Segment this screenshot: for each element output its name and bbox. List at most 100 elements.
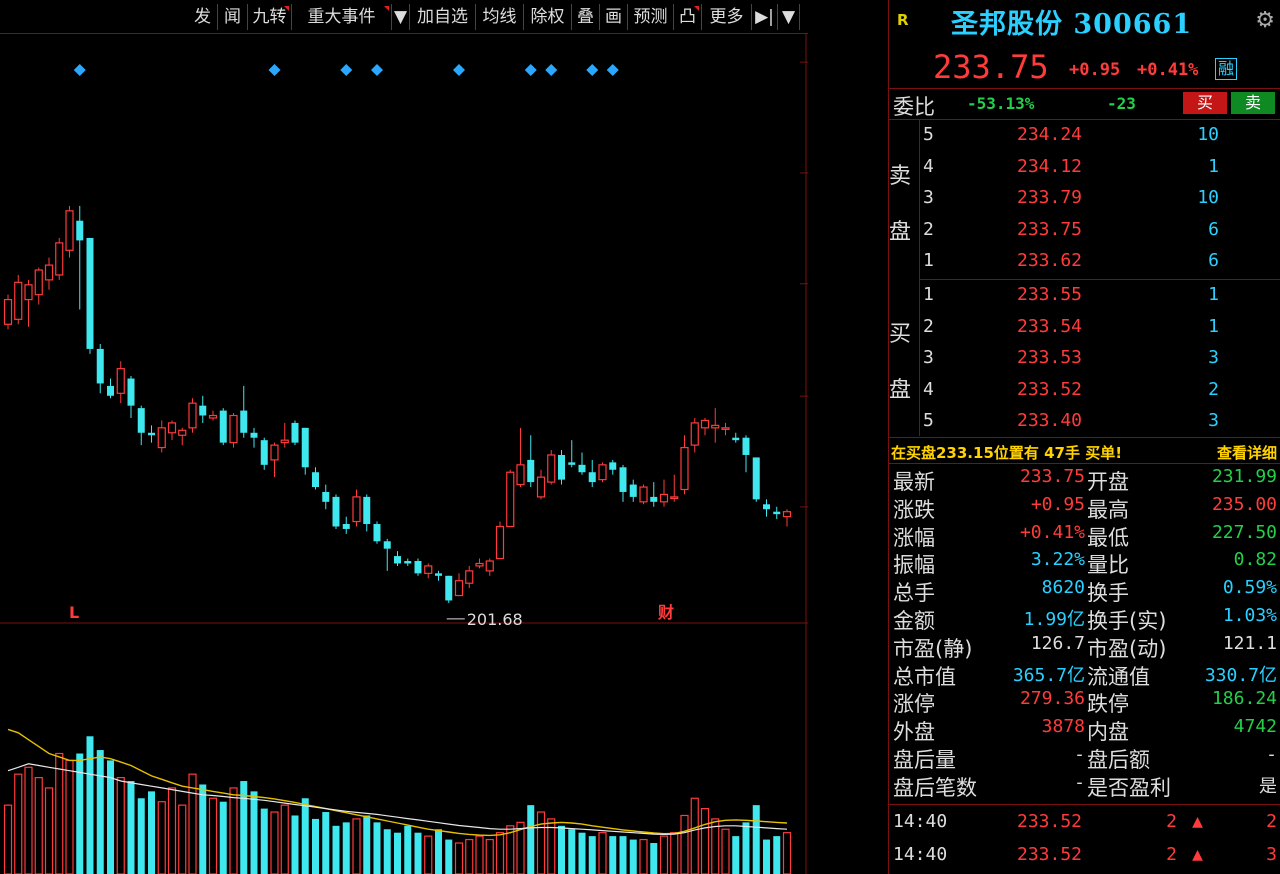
volume-bar-61	[629, 839, 637, 874]
ask-volume-0: 10	[1197, 124, 1219, 145]
volume-bar-52	[536, 811, 546, 874]
volume-bar-27	[280, 804, 289, 874]
candle-body-20	[208, 414, 218, 419]
buy-button[interactable]: 买	[1183, 92, 1227, 114]
stat-value-9-a: 3878	[1041, 716, 1085, 738]
tick-list: 14:40 233.52 2 ▲ 2 14:40 233.52 2 ▲ 3	[889, 804, 1280, 865]
stat-label-6-a: 市盈(静)	[893, 636, 973, 661]
toolbar-item-3[interactable]: 重大事件	[292, 4, 392, 30]
volume-bar-29	[301, 798, 309, 874]
chart-toolbar: 发闻九转 重大事件 ▼ 加自选 均线 除权叠画预测凸更多 ▶| ▼	[0, 0, 808, 34]
stat-value-1-a: +0.95	[1030, 493, 1085, 515]
candle-body-57	[588, 472, 596, 483]
candle-body-58	[598, 464, 607, 481]
stat-label-4-a: 总手	[893, 581, 935, 606]
volume-bar-24	[250, 791, 258, 874]
toolbar-item-11[interactable]: 凸	[674, 4, 702, 30]
volume-bar-17	[178, 804, 187, 874]
stat-label-1-a: 涨跌	[893, 497, 935, 522]
toolbar-item-2[interactable]: 九转	[248, 4, 292, 30]
candle-body-9	[96, 348, 104, 384]
bid-volume-4: 3	[1208, 410, 1219, 431]
stat-value-3-b: 0.82	[1233, 549, 1277, 571]
toolbar-item-8[interactable]: 叠	[572, 4, 600, 30]
bid-volume-1: 1	[1208, 315, 1219, 337]
candle-body-36	[373, 524, 381, 542]
ask-level-1: 4	[923, 155, 934, 177]
candle-body-76	[782, 511, 792, 518]
toolbar-item-12[interactable]: 更多	[702, 4, 752, 30]
ask-price-4: 233.62	[1017, 250, 1083, 271]
toolbar-item-13[interactable]: ▶|	[752, 4, 778, 30]
signal-diamond-3	[371, 64, 383, 76]
ask-side-char-2: 盘	[889, 220, 912, 245]
stat-label-11-a: 盘后笔数	[893, 775, 977, 800]
candle-body-16	[167, 422, 177, 434]
gear-icon[interactable]: ⚙	[1255, 8, 1275, 33]
weibi-label: 委比	[893, 95, 935, 119]
volume-bar-70	[721, 828, 730, 874]
volume-bar-30	[312, 818, 319, 874]
candle-body-27	[280, 439, 289, 444]
price-change-pct: +0.41%	[1137, 60, 1199, 80]
toolbar-item-10[interactable]: 预测	[628, 4, 674, 30]
volume-bar-64	[659, 835, 669, 874]
tick-count-1: 3	[1266, 844, 1277, 865]
toolbar-item-14[interactable]: ▼	[778, 4, 800, 30]
volume-bar-45	[465, 838, 474, 874]
volume-bar-57	[588, 836, 596, 874]
toolbar-item-5[interactable]: 加自选	[410, 4, 476, 30]
stat-label-7-b: 流通值	[1087, 664, 1150, 689]
volume-bar-65	[670, 832, 679, 874]
candle-body-48	[495, 525, 505, 560]
volume-bar-25	[260, 808, 268, 874]
candle-body-15	[157, 427, 166, 449]
bid-price-2: 233.53	[1017, 347, 1083, 368]
marker-cai: 财	[657, 603, 674, 622]
toolbar-item-1[interactable]: 闻	[218, 4, 248, 30]
candle-body-21	[219, 410, 227, 443]
stat-label-3-a: 振幅	[893, 553, 935, 578]
candle-body-40	[414, 561, 422, 574]
sell-button[interactable]: 卖	[1231, 92, 1275, 114]
toolbar-item-4[interactable]: ▼	[392, 4, 410, 30]
toolbar-item-9[interactable]: 画	[600, 4, 628, 30]
candle-body-64	[659, 493, 669, 503]
volume-bar-48	[495, 832, 505, 874]
candle-body-5	[55, 242, 64, 276]
kline-chart-area[interactable]: 416.30371.36326.43280.87235.945625937768…	[0, 33, 808, 874]
candle-body-11	[116, 368, 125, 394]
volume-bar-73	[752, 805, 760, 874]
candle-body-25	[260, 440, 268, 465]
bid-level-1: 2	[923, 315, 934, 337]
candle-body-46	[475, 562, 484, 567]
candle-body-18	[188, 402, 197, 429]
candle-body-74	[763, 504, 770, 510]
stat-label-1-b: 最高	[1087, 497, 1129, 522]
stat-value-10-a: -	[1074, 744, 1085, 765]
toolbar-item-0[interactable]: 发	[188, 4, 218, 30]
tick-time-1: 14:40	[893, 844, 948, 865]
volume-bar-18	[188, 773, 197, 874]
volume-bar-63	[650, 843, 658, 874]
kline-chart[interactable]: 416.30371.36326.43280.87235.945625937768…	[0, 33, 808, 874]
candle-body-19	[199, 405, 207, 416]
toolbar-item-7[interactable]: 除权	[524, 4, 572, 30]
volume-bar-54	[558, 825, 565, 874]
volume-bar-76	[782, 832, 792, 874]
candle-body-62	[639, 486, 648, 503]
volume-bar-35	[363, 815, 371, 874]
bid-price-1: 233.54	[1017, 315, 1083, 337]
candle-body-23	[240, 410, 248, 433]
toolbar-item-6[interactable]: 均线	[476, 4, 524, 30]
candle-body-59	[609, 462, 617, 470]
candle-body-61	[629, 484, 637, 497]
volume-bar-31	[322, 812, 330, 874]
candle-body-7	[76, 220, 84, 241]
volume-bar-14	[148, 791, 155, 874]
signal-diamond-0	[73, 64, 86, 76]
candle-body-22	[229, 414, 238, 444]
candle-body-65	[670, 496, 679, 499]
view-detail-link[interactable]: 查看详细	[1217, 442, 1277, 463]
volume-bar-58	[598, 832, 607, 874]
